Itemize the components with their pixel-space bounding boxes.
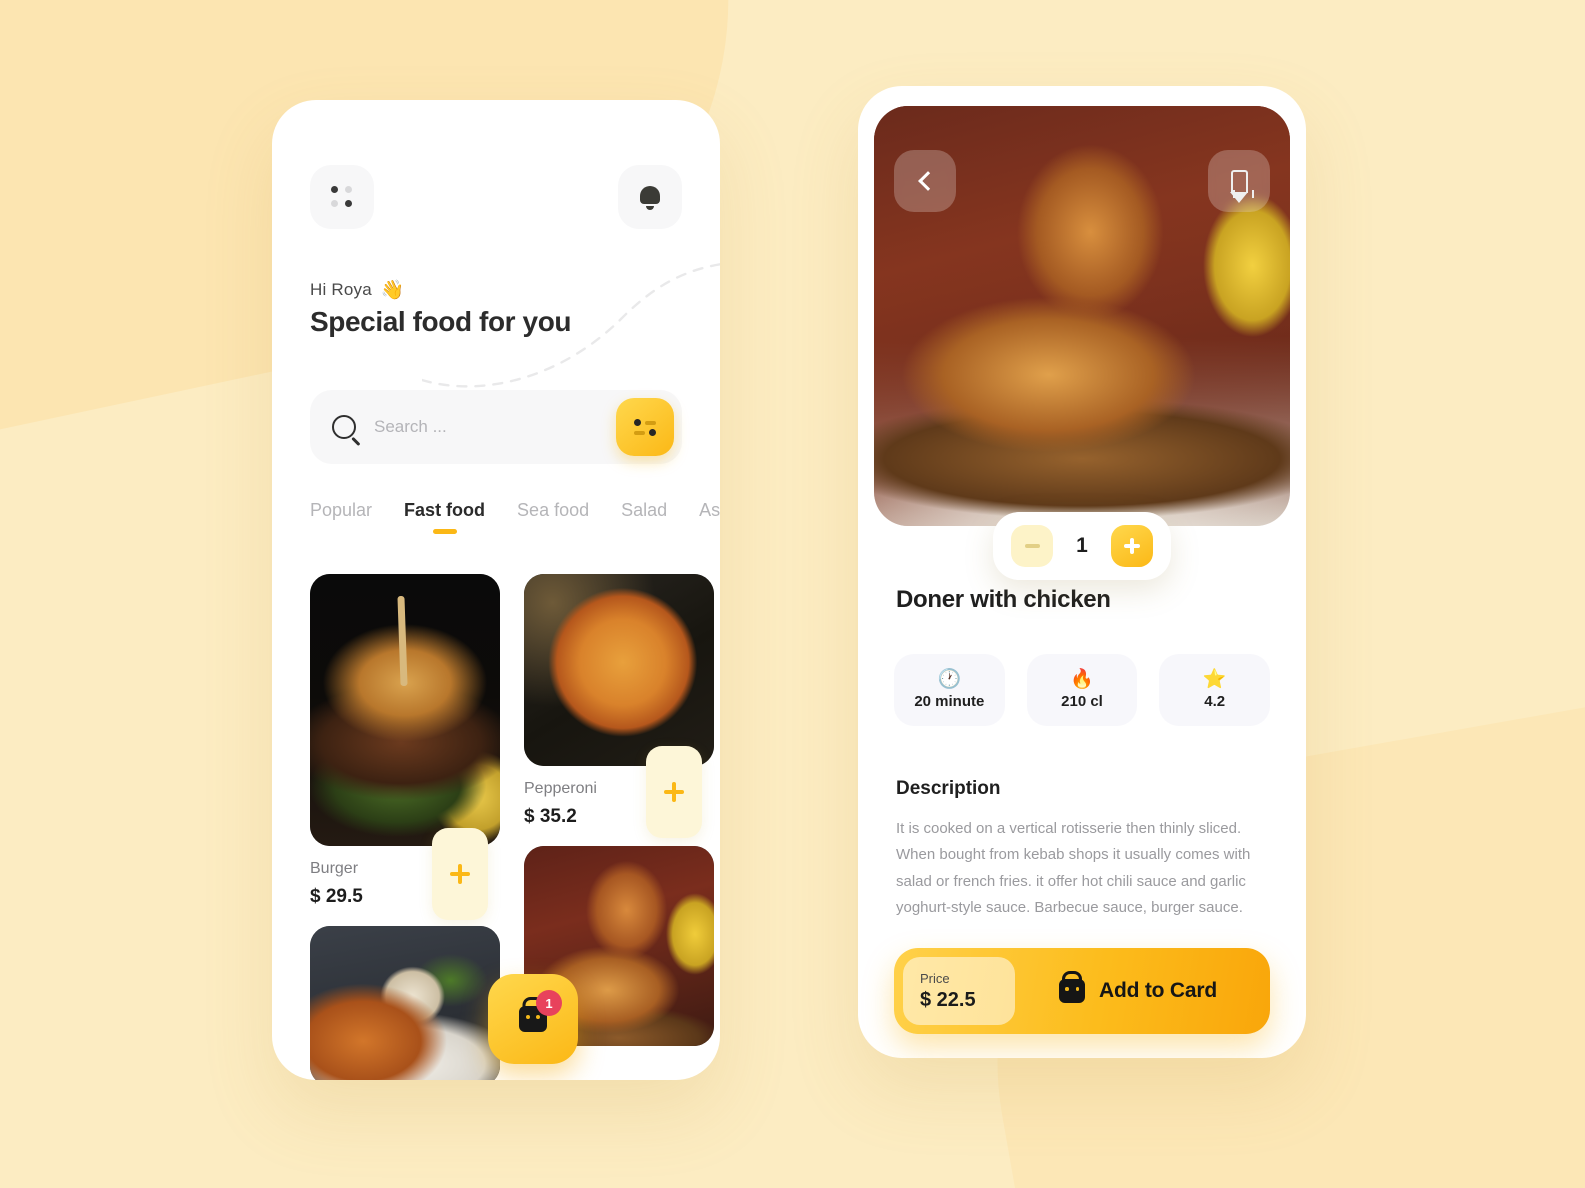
food-column-left: Burger $ 29.5	[310, 574, 500, 1080]
home-header	[310, 162, 682, 232]
pepperoni-image	[524, 574, 714, 766]
cart-button[interactable]: 1	[488, 974, 578, 1064]
search-icon	[332, 415, 356, 439]
bookmark-icon	[1229, 169, 1254, 203]
tab-popular[interactable]: Popular	[310, 500, 372, 534]
bell-icon	[639, 185, 661, 210]
increment-button[interactable]	[1111, 525, 1153, 567]
home-screen-phone: Hi Roya 👋 Special food for you Popular F…	[272, 100, 720, 1080]
shopping-bag-icon	[1059, 979, 1086, 1003]
search-input[interactable]	[374, 417, 616, 437]
chip-label: 4.2	[1204, 693, 1226, 710]
bookmark-button[interactable]	[1208, 150, 1270, 212]
notification-button[interactable]	[618, 165, 682, 229]
quantity-stepper[interactable]: 1	[993, 512, 1171, 580]
filter-button[interactable]	[616, 398, 674, 456]
clock-icon: 🕐	[937, 669, 962, 690]
wave-emoji: 👋	[380, 280, 405, 301]
price-value: $ 22.5	[920, 988, 976, 1011]
star-icon: ⭐	[1202, 669, 1227, 690]
food-card-burger[interactable]: Burger $ 29.5	[310, 574, 500, 920]
flame-icon: 🔥	[1070, 669, 1094, 690]
greeting: Hi Roya 👋	[310, 278, 405, 302]
chip-calories: 🔥 210 cl	[1026, 654, 1138, 726]
chip-cook-time: 🕐 20 minute	[894, 654, 1005, 726]
page-title: Special food for you	[310, 306, 572, 337]
food-card-chicken[interactable]	[310, 926, 500, 1080]
category-tabs[interactable]: Popular Fast food Sea food Salad Asi	[310, 500, 720, 546]
price-label: Price	[920, 970, 950, 986]
cta-label: Add to Card	[1099, 979, 1217, 1002]
menu-button[interactable]	[310, 165, 374, 229]
chip-rating: ⭐ 4.2	[1159, 654, 1271, 726]
price-box: Price $ 22.5	[903, 957, 1015, 1025]
chip-label: 210 cl	[1061, 693, 1103, 710]
tab-asian[interactable]: Asi	[699, 500, 720, 534]
tab-salad[interactable]: Salad	[621, 500, 667, 534]
grid-dots-icon	[331, 186, 353, 208]
detail-screen-phone: 1 Doner with chicken 🕐 20 minute 🔥 210 c…	[858, 86, 1306, 1058]
chevron-left-icon	[917, 171, 938, 191]
dish-info-chips: 🕐 20 minute 🔥 210 cl ⭐ 4.2	[894, 654, 1271, 726]
chip-label: 20 minute	[914, 693, 985, 710]
burger-image	[310, 574, 500, 846]
add-pepperoni-button[interactable]	[646, 746, 702, 838]
add-to-card-button[interactable]: Price $ 22.5 Add to Card	[894, 948, 1270, 1034]
decrement-button[interactable]	[1011, 525, 1053, 567]
greeting-text: Hi Roya	[310, 280, 372, 299]
back-button[interactable]	[894, 150, 956, 212]
tab-sea-food[interactable]: Sea food	[517, 500, 589, 534]
fried-chicken-image	[310, 926, 500, 1080]
quantity-value: 1	[1076, 534, 1088, 557]
filter-icon	[631, 417, 659, 437]
description-heading: Description	[896, 778, 1001, 799]
search-bar[interactable]	[310, 390, 682, 464]
description-body: It is cooked on a vertical rotisserie th…	[896, 820, 1251, 917]
tab-fast-food[interactable]: Fast food	[404, 500, 485, 534]
food-card-pepperoni[interactable]: Pepperoni $ 35.2	[524, 574, 714, 838]
food-grid: Burger $ 29.5 Pepperoni $ 35.2 1	[310, 574, 720, 1080]
add-burger-button[interactable]	[432, 828, 488, 920]
dish-title: Doner with chicken	[896, 586, 1111, 613]
cart-badge: 1	[536, 990, 562, 1016]
cta-content: Add to Card	[1015, 979, 1261, 1003]
